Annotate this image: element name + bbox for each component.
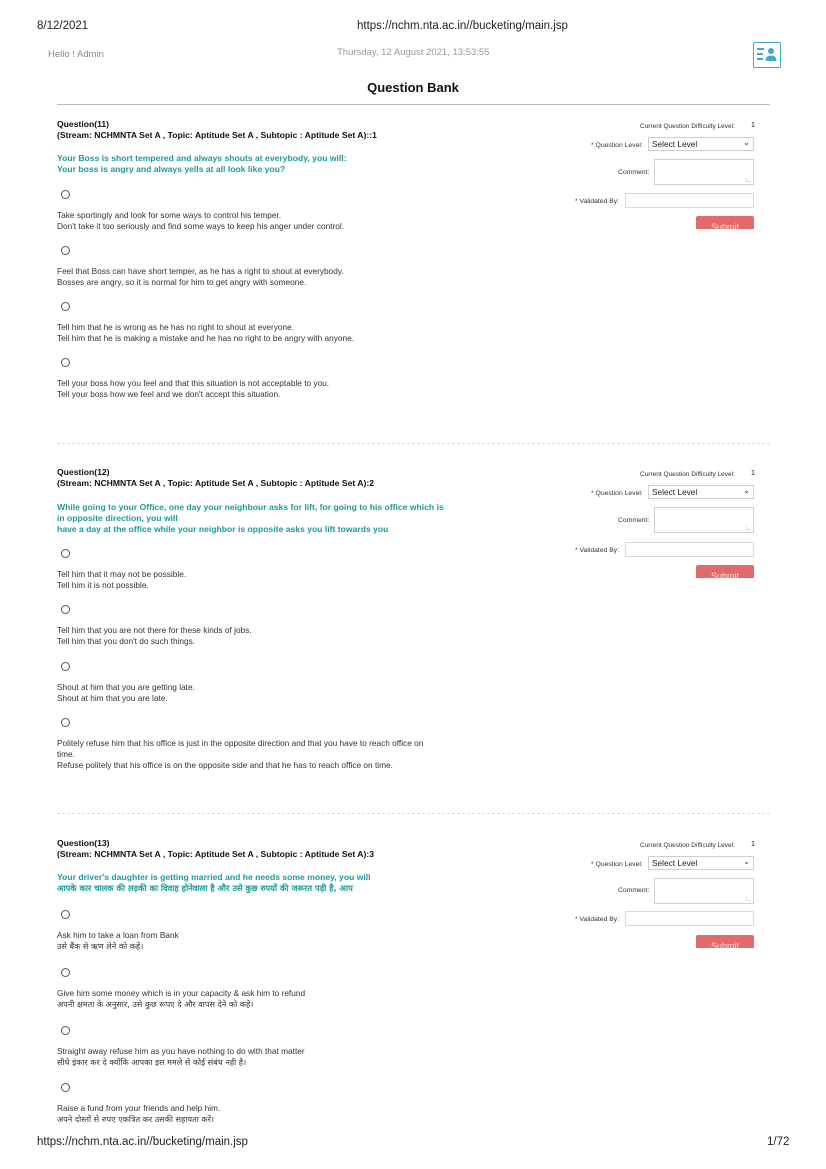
submit-button[interactable]: Submit xyxy=(696,565,754,578)
option-text: Refuse politely that his office is on th… xyxy=(57,760,393,770)
page-title: Question Bank xyxy=(367,80,459,95)
option-radio[interactable] xyxy=(61,605,70,614)
select-value: Select Level xyxy=(652,858,698,868)
print-page-number: 1/72 xyxy=(767,1136,790,1148)
option-radio[interactable] xyxy=(61,1026,70,1035)
greeting: Hello ! Admin xyxy=(48,49,104,60)
option-text: Tell your boss how you feel and that thi… xyxy=(57,378,330,388)
question-title: Question(12) xyxy=(57,467,110,477)
option-radio[interactable] xyxy=(61,246,70,255)
print-date: 8/12/2021 xyxy=(37,20,89,32)
option-text: Bosses are angry, so it is normal for hi… xyxy=(57,277,307,287)
option-radio[interactable] xyxy=(61,662,70,671)
question-stream: (Stream: NCHMNTA Set A , Topic: Aptitude… xyxy=(57,130,377,140)
header-divider xyxy=(57,104,770,105)
option-text: Tell him that you are not there for thes… xyxy=(57,625,252,635)
option-text: Tell him that he is wrong as he has no r… xyxy=(57,322,295,332)
validated-by-input[interactable] xyxy=(625,193,754,208)
option-text: Shout at him that you are late. xyxy=(57,693,168,703)
option-radio[interactable] xyxy=(61,549,70,558)
question-separator xyxy=(57,813,770,814)
resize-grip-icon[interactable]: ∟ xyxy=(745,177,752,184)
question-separator xyxy=(57,443,770,444)
chevron-down-icon: ⌄ xyxy=(743,857,750,866)
option-text: Don't take it too seriously and find som… xyxy=(57,221,345,231)
question-level-label: * Question Level: xyxy=(591,861,643,868)
select-value: Select Level xyxy=(652,487,698,497)
option-text: Shout at him that you are getting late. xyxy=(57,682,195,692)
question-title: Question(13) xyxy=(57,838,110,848)
comment-textarea[interactable]: ∟ xyxy=(654,159,754,185)
option-text: उसे बैंक से ऋण लेने को कहें। xyxy=(57,941,144,951)
question-stream: (Stream: NCHMNTA Set A , Topic: Aptitude… xyxy=(57,478,375,488)
option-text: सीधे इंकार कर दे क्योंकि आपका इस ममले से… xyxy=(57,1057,247,1067)
option-text: Raise a fund from your friends and help … xyxy=(57,1103,221,1113)
option-text: Politely refuse him that his office is j… xyxy=(57,738,424,748)
question-text: Your Boss is short tempered and always s… xyxy=(57,153,347,163)
difficulty-label: Current Question Difficulty Level: xyxy=(640,471,735,478)
option-radio[interactable] xyxy=(61,1083,70,1092)
comment-textarea[interactable]: ∟ xyxy=(654,878,754,904)
option-text: अपने दोस्तों से रुपए एकत्रित कर उसकी सहा… xyxy=(57,1114,214,1124)
difficulty-value: 1 xyxy=(751,470,755,477)
option-radio[interactable] xyxy=(61,190,70,199)
difficulty-label: Current Question Difficulty Level: xyxy=(640,123,735,130)
question-level-label: * Question Level: xyxy=(591,490,643,497)
question-stream: (Stream: NCHMNTA Set A , Topic: Aptitude… xyxy=(57,849,375,859)
chevron-down-icon: ⌄ xyxy=(743,138,750,147)
chevron-down-icon: ⌄ xyxy=(743,486,750,495)
submit-button[interactable]: Submit xyxy=(696,935,754,948)
option-radio[interactable] xyxy=(61,910,70,919)
option-text: Tell him that it may not be possible. xyxy=(57,569,187,579)
validated-by-label: * Validated By: xyxy=(575,916,620,923)
user-card-icon[interactable] xyxy=(753,42,781,68)
option-text: अपनी क्षमता के अनुसार, उसे कुछ रूपए दे औ… xyxy=(57,999,254,1009)
difficulty-value: 1 xyxy=(751,122,755,129)
question-level-select[interactable]: Select Level ⌄ xyxy=(648,137,754,151)
question-text: have a day at the office while your neig… xyxy=(57,524,389,534)
validated-by-label: * Validated By: xyxy=(575,198,620,205)
select-value: Select Level xyxy=(652,139,698,149)
option-text: Straight away refuse him as you have not… xyxy=(57,1046,305,1056)
comment-label: Comment: xyxy=(618,887,650,894)
print-url: https://nchm.nta.ac.in//bucketing/main.j… xyxy=(357,20,568,32)
validated-by-label: * Validated By: xyxy=(575,547,620,554)
question-text: While going to your Office, one day your… xyxy=(57,502,444,512)
option-radio[interactable] xyxy=(61,968,70,977)
question-text: आपके कार चालक की लड़की का विवाह होनेवाला… xyxy=(57,883,353,893)
option-radio[interactable] xyxy=(61,302,70,311)
difficulty-label: Current Question Difficulty Level: xyxy=(640,842,735,849)
option-text: Tell him it is not possible. xyxy=(57,580,149,590)
comment-label: Comment: xyxy=(618,169,650,176)
option-text: time. xyxy=(57,749,75,759)
comment-textarea[interactable]: ∟ xyxy=(654,507,754,533)
submit-button[interactable]: Submit xyxy=(696,216,754,229)
question-text: Your boss is angry and always yells at a… xyxy=(57,164,286,174)
option-radio[interactable] xyxy=(61,358,70,367)
option-text: Ask him to take a loan from Bank xyxy=(57,930,179,940)
question-text: in opposite direction, you will xyxy=(57,513,178,523)
question-level-label: * Question Level: xyxy=(591,142,643,149)
question-level-select[interactable]: Select Level ⌄ xyxy=(648,485,754,499)
option-text: Tell him that you don't do such things. xyxy=(57,636,196,646)
question-title: Question(11) xyxy=(57,119,110,129)
option-text: Give him some money which is in your cap… xyxy=(57,988,306,998)
option-text: Feel that Boss can have short temper, as… xyxy=(57,266,344,276)
print-footer-url: https://nchm.nta.ac.in//bucketing/main.j… xyxy=(37,1136,248,1148)
option-text: Take sportingly and look for some ways t… xyxy=(57,210,282,220)
question-level-select[interactable]: Select Level ⌄ xyxy=(648,856,754,870)
validated-by-input[interactable] xyxy=(625,911,754,926)
resize-grip-icon[interactable]: ∟ xyxy=(745,896,752,903)
question-text: Your driver's daughter is getting marrie… xyxy=(57,872,371,882)
option-text: Tell your boss how we feel and we don't … xyxy=(57,389,281,399)
option-radio[interactable] xyxy=(61,718,70,727)
resize-grip-icon[interactable]: ∟ xyxy=(745,525,752,532)
validated-by-input[interactable] xyxy=(625,542,754,557)
option-text: Tell him that he is making a mistake and… xyxy=(57,333,355,343)
datetime: Thursday, 12 August 2021, 13:53:55 xyxy=(337,47,490,58)
difficulty-value: 1 xyxy=(751,841,755,848)
comment-label: Comment: xyxy=(618,517,650,524)
